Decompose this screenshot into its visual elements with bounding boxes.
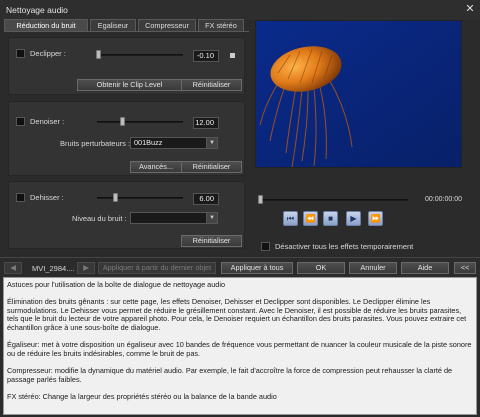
timeline-thumb[interactable] xyxy=(258,195,263,204)
noise-select[interactable]: 001Buzz xyxy=(130,137,218,149)
ok-button[interactable]: OK xyxy=(297,262,345,274)
declipper-checkbox[interactable] xyxy=(16,49,25,58)
denoiser-slider-thumb[interactable] xyxy=(120,117,125,126)
dehisser-label: Dehisser : xyxy=(30,193,64,202)
help-button[interactable]: Aide xyxy=(401,262,449,274)
help-text-panel: Astuces pour l'utilisation de la boîte d… xyxy=(3,277,477,415)
denoiser-slider[interactable] xyxy=(97,121,183,123)
title-bar xyxy=(0,0,480,20)
denoiser-checkbox[interactable] xyxy=(16,117,25,126)
declipper-value[interactable]: -0.10 xyxy=(193,50,219,62)
disable-effects-checkbox[interactable] xyxy=(261,242,270,251)
declipper-label: Declipper : xyxy=(30,49,66,58)
declipper-slider[interactable] xyxy=(97,54,183,56)
obtain-clip-level-button[interactable]: Obtenir le Clip Level xyxy=(77,79,182,91)
help-title: Astuces pour l'utilisation de la boîte d… xyxy=(7,280,226,289)
declipper-slider-thumb[interactable] xyxy=(96,50,101,59)
prev-object-button[interactable]: ◀ xyxy=(4,262,22,274)
help-fx-stereo: FX stéréo: Change la largeur des proprié… xyxy=(7,391,277,401)
separator xyxy=(0,257,480,258)
help-noise-reduction: Élimination des bruits gênants : sur cet… xyxy=(7,297,467,332)
noise-level-label: Niveau du bruit : xyxy=(72,214,127,223)
dehisser-checkbox[interactable] xyxy=(16,193,25,202)
noise-label: Bruits perturbateurs : xyxy=(60,139,131,148)
rewind-icon[interactable]: ⏪ xyxy=(303,211,318,226)
noise-select-value: 001Buzz xyxy=(134,138,163,147)
stop-icon[interactable]: ■ xyxy=(323,211,338,226)
tab-divider xyxy=(4,31,249,32)
denoiser-label: Denoiser : xyxy=(30,117,65,126)
denoiser-value[interactable]: 12.00 xyxy=(193,117,219,129)
timecode: 00:00:00:00 xyxy=(425,196,462,203)
timeline-slider[interactable] xyxy=(260,199,408,201)
dehisser-reset-button[interactable]: Réinitialiser xyxy=(181,235,242,247)
noise-level-select[interactable] xyxy=(130,212,218,224)
denoiser-reset-button[interactable]: Réinitialiser xyxy=(181,161,242,173)
advanced-button[interactable]: Avancés... xyxy=(130,161,182,173)
collapse-button[interactable]: << xyxy=(454,262,476,274)
next-object-button[interactable]: ▶ xyxy=(77,262,95,274)
dehisser-value[interactable]: 6.00 xyxy=(193,193,219,205)
chevron-down-icon[interactable]: ▼ xyxy=(206,138,217,148)
play-icon[interactable]: ▶ xyxy=(346,211,361,226)
dehisser-slider[interactable] xyxy=(97,197,183,199)
chevron-down-icon[interactable]: ▼ xyxy=(206,213,217,223)
close-button[interactable]: ✕ xyxy=(462,2,478,17)
apply-from-last-button[interactable]: Appliquer à partir du dernier objet xyxy=(98,262,216,274)
declipper-indicator-icon xyxy=(230,53,235,58)
jellyfish-image xyxy=(256,21,461,167)
dehisser-slider-thumb[interactable] xyxy=(113,193,118,202)
disable-effects-label: Désactiver tous les effets temporairemen… xyxy=(275,242,414,251)
window-title: Nettoyage audio xyxy=(6,5,68,15)
object-name: MVI_2984.... xyxy=(32,264,75,273)
help-compressor: Compresseur: modifie la dynamique du mat… xyxy=(7,365,453,384)
cancel-button[interactable]: Annuler xyxy=(349,262,397,274)
declipper-reset-button[interactable]: Réinitialiser xyxy=(181,79,242,91)
apply-all-button[interactable]: Appliquer à tous xyxy=(221,262,293,274)
skip-start-icon[interactable]: ⏮ xyxy=(283,211,298,226)
fast-forward-icon[interactable]: ⏩ xyxy=(368,211,383,226)
help-equalizer: Égaliseur: met à votre disposition un ég… xyxy=(7,340,472,358)
video-preview xyxy=(255,20,462,168)
